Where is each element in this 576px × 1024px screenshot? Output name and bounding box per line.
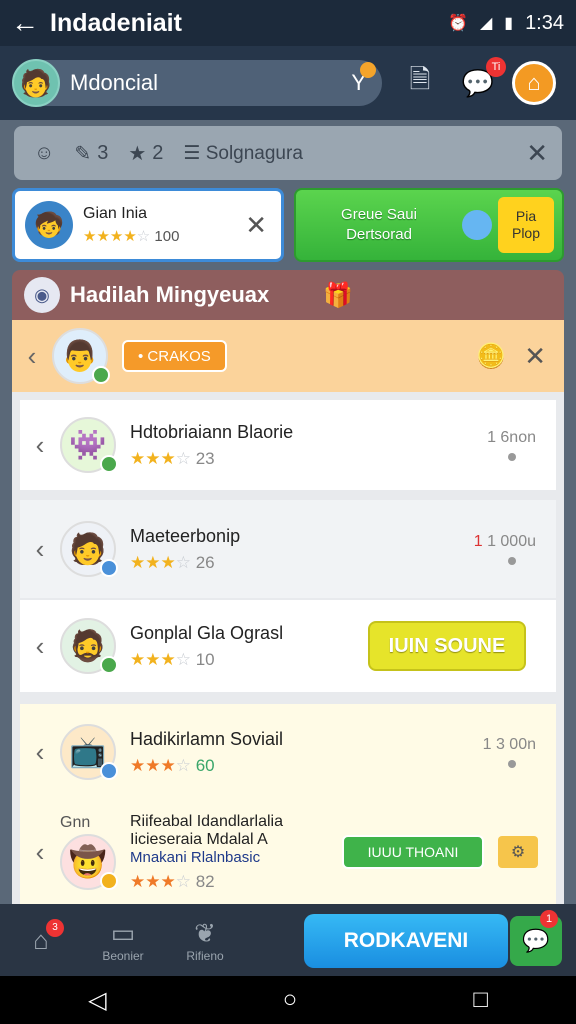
coin-stack-icon: 🪙 <box>476 342 507 370</box>
chat-badge: 1 <box>540 910 558 928</box>
search-label: Solgnagura <box>205 142 303 164</box>
bubble-icon <box>462 210 492 240</box>
item-subname: Mnakani Rlalnbasic <box>130 848 261 866</box>
card-icon: ▭ <box>110 917 136 948</box>
star-count: 2 <box>152 141 164 164</box>
item-rating: ★★★☆ 10 <box>130 649 215 669</box>
home-circle-icon[interactable]: ○ <box>283 986 298 1014</box>
avatar: 🧑 <box>12 59 60 107</box>
nav-rifieno[interactable]: ❦ Rifieno <box>164 918 246 963</box>
user-card[interactable]: 🧒 Gian Inia ★★★★☆ 100 ✕ <box>12 188 284 262</box>
main-content: ☺ ✎ 3 ★ 2 ☰ Solgnagura ✕ 🧒 Gian Inia ★★★★☆… <box>0 120 576 904</box>
chevron-left-icon[interactable]: ‹ <box>20 430 60 461</box>
item-name: Maeteerbonip <box>130 525 241 546</box>
item-name: Hadikirlamn Soviail <box>130 728 284 749</box>
screen-title: Indadeniait <box>50 8 182 37</box>
join-button[interactable]: IUIN SOUNE <box>368 621 526 671</box>
close-icon[interactable]: ✕ <box>245 210 267 241</box>
signal-icon: ◢ <box>479 15 493 32</box>
list-item[interactable]: ‹ 👨 • CRAKOS 🪙 ✕ <box>12 320 564 392</box>
clock-time: 1:34 <box>525 11 564 34</box>
search-bar[interactable]: ☺ ✎ 3 ★ 2 ☰ Solgnagura ✕ <box>14 126 562 180</box>
list-item[interactable]: ‹ 👾 Hdtobriaiann Blaorie ★★★☆ 23 1 6non <box>20 400 556 490</box>
action-button[interactable]: IUUU THOANI <box>342 835 484 869</box>
status-bar: ← Indadeniait ⏰ ◢ ▮ 1:34 <box>0 0 576 46</box>
mascot-icon: ◉ <box>24 277 60 313</box>
promo-button[interactable]: Pia Plop <box>498 197 554 253</box>
chevron-left-icon[interactable]: ‹ <box>20 534 60 565</box>
item-rating: ★★★☆ 23 <box>130 448 215 468</box>
main-cta-button[interactable]: RODKAVENI <box>304 914 508 968</box>
item-header: Gnn <box>60 814 91 831</box>
gift-icon[interactable]: 🎁 <box>323 281 353 310</box>
section-title: Hadilah Mingyeuax <box>70 282 270 307</box>
home-icon: ⌂ <box>33 924 49 955</box>
avatar: 🤠 <box>60 834 118 890</box>
alarm-icon: ⏰ <box>448 15 468 32</box>
user-name: Gian Inia <box>83 205 148 222</box>
tools-icon[interactable]: ✎ <box>74 141 91 166</box>
home-badge: 3 <box>46 918 64 937</box>
chevron-left-icon[interactable]: ‹ <box>20 631 60 662</box>
item-points: 1 3 00n <box>456 736 536 768</box>
leaderboard-list: ‹ 👨 • CRAKOS 🪙 ✕ ‹ 👾 Hdtobriaiann Blaori… <box>12 320 564 904</box>
item-name: Gonplal Gla Ograsl <box>130 622 284 643</box>
chevron-left-icon[interactable]: ‹ <box>20 837 60 868</box>
chat-bot-icon[interactable]: ☺ <box>34 142 54 165</box>
avatar: 🧑 <box>60 521 118 577</box>
list-item[interactable]: ‹ 🧔 Gonplal Gla Ograsl ★★★☆ 10 IUIN SOUN… <box>20 600 556 692</box>
chat-icon: 💬 <box>522 928 550 953</box>
compass-button[interactable]: ⌂ <box>512 61 556 105</box>
item-rating: ★★★☆ 60 <box>130 755 215 775</box>
item-points: 1 1 000u <box>456 533 536 565</box>
nav-home[interactable]: ⌂ 3 <box>0 918 82 956</box>
app-bar: 🧑 Mdoncial Y 🗎 💬 Ti ⌂ <box>0 46 576 120</box>
star-icon[interactable]: ★ <box>128 141 146 166</box>
system-nav: ◁ ○ □ <box>0 976 576 1024</box>
item-name: Riifeabal Idandlarlalia Iicieseraia Mdal… <box>130 812 283 848</box>
nav-beonier[interactable]: ▭ Beonier <box>82 918 164 963</box>
battery-icon: ▮ <box>504 15 514 32</box>
profile-name: Mdoncial <box>70 70 159 95</box>
tool-count: 3 <box>97 141 109 164</box>
document-icon[interactable]: 🗎 <box>400 63 440 103</box>
promo-card[interactable]: Greue Saui Dertsorad Pia Plop <box>294 188 564 262</box>
chevron-left-icon[interactable]: ‹ <box>20 737 60 768</box>
recents-square-icon[interactable]: □ <box>473 986 488 1014</box>
item-name: Hdtobriaiann Blaorie <box>130 421 294 442</box>
back-triangle-icon[interactable]: ◁ <box>88 986 106 1015</box>
avatar: 🧔 <box>60 618 118 674</box>
robot-icon[interactable]: ⚙ <box>498 836 538 868</box>
notification-badge: Ti <box>486 57 506 77</box>
user-rating: ★★★★☆ 100 <box>83 228 180 245</box>
item-rating: ★★★☆ 26 <box>130 552 215 572</box>
leaf-icon: ❦ <box>194 917 216 948</box>
back-arrow-icon[interactable]: ← <box>0 7 50 39</box>
item-rating: ★★★☆ 82 <box>130 871 215 891</box>
list-icon: ☰ <box>183 142 201 164</box>
filter-icon[interactable]: Y <box>351 62 376 96</box>
close-icon[interactable]: ✕ <box>526 138 548 169</box>
close-icon[interactable]: ✕ <box>524 341 546 372</box>
section-header: ◉ Hadilah Mingyeuax 🎁 <box>12 270 564 320</box>
chat-button[interactable]: 💬 1 <box>510 910 562 966</box>
avatar: 👾 <box>60 417 118 473</box>
avatar: 🧒 <box>25 201 73 249</box>
profile-pill[interactable]: 🧑 Mdoncial Y <box>12 59 382 107</box>
promo-text: Greue Saui Dertsorad <box>341 206 417 243</box>
avatar: 📺 <box>60 724 118 780</box>
notification-icon[interactable]: 💬 Ti <box>458 57 506 103</box>
list-item[interactable]: ‹ 🧑 Maeteerbonip ★★★☆ 26 1 1 000u <box>20 500 556 598</box>
list-item[interactable]: ‹ 📺 Hadikirlamn Soviail ★★★☆ 60 1 3 00n <box>20 704 556 800</box>
bottom-bar: ⌂ 3 ▭ Beonier ❦ Rifieno RODKAVENI 💬 1 <box>0 904 576 976</box>
tag-badge[interactable]: • CRAKOS <box>122 340 227 372</box>
item-points: 1 6non <box>456 429 536 461</box>
list-item[interactable]: ‹ Gnn 🤠 Riifeabal Idandlarlalia Iicieser… <box>20 800 556 904</box>
avatar: 👨 <box>52 328 110 384</box>
chevron-left-icon[interactable]: ‹ <box>12 341 52 372</box>
